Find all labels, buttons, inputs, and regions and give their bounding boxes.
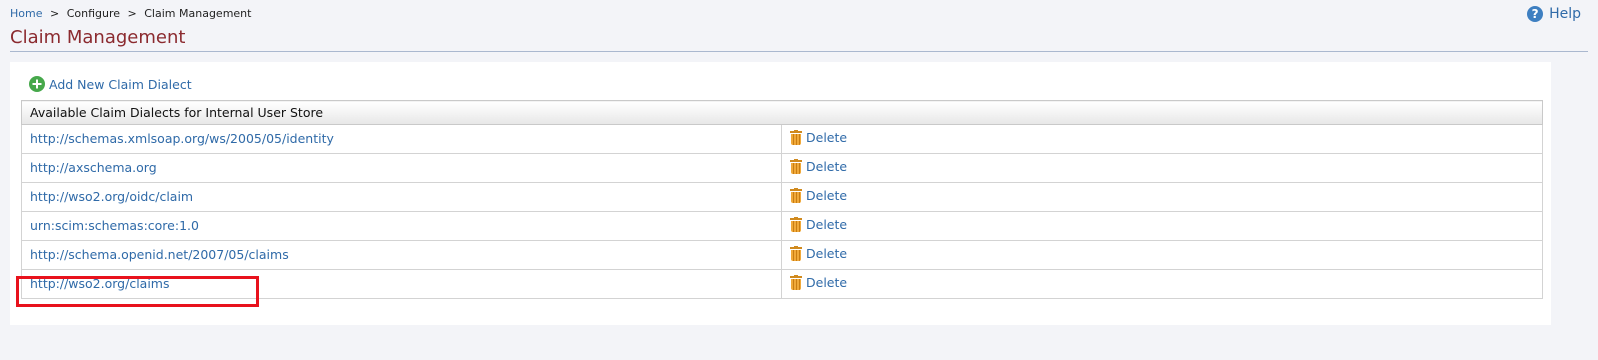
dialect-uri-cell: http://schema.openid.net/2007/05/claims <box>21 240 782 270</box>
dialect-action-cell: Delete <box>781 153 1543 183</box>
dialect-uri-link[interactable]: http://schemas.xmlsoap.org/ws/2005/05/id… <box>30 131 334 146</box>
delete-dialect-button[interactable]: Delete <box>790 130 847 145</box>
dialect-action-cell: Delete <box>781 182 1543 212</box>
table-row: http://schema.openid.net/2007/05/claims D… <box>21 240 1543 270</box>
delete-label: Delete <box>806 188 848 203</box>
breadcrumb-configure: Configure <box>66 7 121 20</box>
dialect-action-cell: Delete <box>781 240 1543 270</box>
delete-label: Delete <box>806 246 848 261</box>
dialect-uri-link[interactable]: http://wso2.org/oidc/claim <box>30 189 193 204</box>
dialect-uri-cell: urn:scim:schemas:core:1.0 <box>21 211 782 241</box>
breadcrumb-separator: > <box>127 7 137 20</box>
dialect-uri-link[interactable]: http://wso2.org/claims <box>30 276 169 291</box>
breadcrumb: Home > Configure > Claim Management <box>10 7 251 20</box>
dialect-uri-link[interactable]: http://schema.openid.net/2007/05/claims <box>30 247 289 262</box>
content-panel: Add New Claim Dialect Available Claim Di… <box>10 62 1551 325</box>
trash-icon <box>790 275 802 290</box>
dialect-uri-cell: http://wso2.org/oidc/claim <box>21 182 782 212</box>
table-row: http://wso2.org/oidc/claim Delete <box>21 182 1543 212</box>
table-body: http://schemas.xmlsoap.org/ws/2005/05/id… <box>21 124 1543 299</box>
title-divider <box>10 51 1588 52</box>
dialect-uri-link[interactable]: urn:scim:schemas:core:1.0 <box>30 218 199 233</box>
table-row: urn:scim:schemas:core:1.0 Delete <box>21 211 1543 241</box>
table-row: http://wso2.org/claims Delete <box>21 269 1543 299</box>
breadcrumb-separator: > <box>49 7 60 20</box>
add-new-claim-dialect-label: Add New Claim Dialect <box>49 76 192 92</box>
dialect-uri-cell: http://schemas.xmlsoap.org/ws/2005/05/id… <box>21 124 782 154</box>
dialect-uri-link[interactable]: http://axschema.org <box>30 160 157 175</box>
dialect-action-cell: Delete <box>781 269 1543 299</box>
table-header-row: Available Claim Dialects for Internal Us… <box>21 100 1543 125</box>
delete-dialect-button[interactable]: Delete <box>790 188 847 203</box>
dialect-action-cell: Delete <box>781 124 1543 154</box>
table-header: Available Claim Dialects for Internal Us… <box>21 100 1543 125</box>
delete-dialect-button[interactable]: Delete <box>790 159 847 174</box>
trash-icon <box>790 159 802 174</box>
add-icon <box>29 76 45 92</box>
trash-icon <box>790 188 802 203</box>
delete-dialect-button[interactable]: Delete <box>790 275 847 290</box>
delete-dialect-button[interactable]: Delete <box>790 246 847 261</box>
claim-dialects-table: Available Claim Dialects for Internal Us… <box>21 100 1543 299</box>
table-row: http://axschema.org Delete <box>21 153 1543 183</box>
breadcrumb-home-link[interactable]: Home <box>10 7 42 20</box>
trash-icon <box>790 130 802 145</box>
delete-label: Delete <box>806 275 848 290</box>
dialect-uri-cell: http://axschema.org <box>21 153 782 183</box>
page-title: Claim Management <box>10 27 186 48</box>
help-label: Help <box>1549 6 1581 22</box>
help-link[interactable]: ? Help <box>1527 6 1581 22</box>
delete-label: Delete <box>806 159 848 174</box>
dialect-action-cell: Delete <box>781 211 1543 241</box>
delete-label: Delete <box>806 130 848 145</box>
trash-icon <box>790 246 802 261</box>
delete-label: Delete <box>806 217 848 232</box>
delete-dialect-button[interactable]: Delete <box>790 217 847 232</box>
trash-icon <box>790 217 802 232</box>
breadcrumb-current: Claim Management <box>144 7 252 20</box>
help-icon: ? <box>1527 6 1544 22</box>
table-row: http://schemas.xmlsoap.org/ws/2005/05/id… <box>21 124 1543 154</box>
add-new-claim-dialect-link[interactable]: Add New Claim Dialect <box>29 76 192 92</box>
dialect-uri-cell: http://wso2.org/claims <box>21 269 782 299</box>
